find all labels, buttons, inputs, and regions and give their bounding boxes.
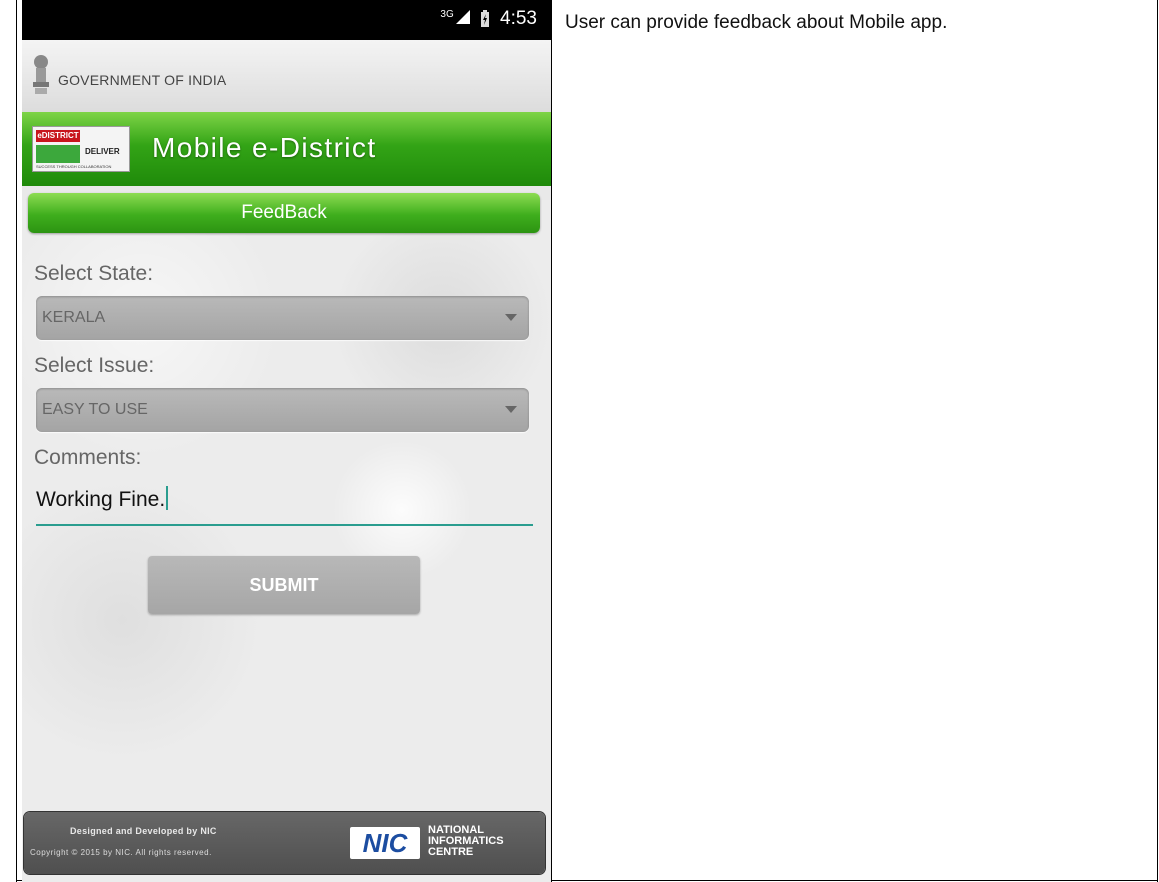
nic-logo-text: NIC: [362, 828, 408, 858]
emblem-icon: [33, 55, 49, 94]
app-header: eDISTRICT DELIVER SUCCESS THROUGH COLLAB…: [22, 112, 551, 186]
government-title: GOVERNMENT OF INDIA: [58, 72, 227, 88]
status-bar: 3G 4:53: [22, 0, 551, 40]
text-cursor: [166, 486, 169, 510]
clock: 4:53: [500, 8, 537, 29]
comments-text: Working Fine.: [36, 486, 169, 512]
government-bar: GOVERNMENT OF INDIA: [22, 40, 551, 112]
status-indicators: 3G 4:53: [440, 8, 537, 30]
issue-label: Select Issue:: [34, 354, 155, 377]
app-title: Mobile e-District: [152, 132, 377, 163]
description-text: User can provide feedback about Mobile a…: [565, 12, 948, 33]
nic-name-line: CENTRE: [428, 846, 474, 858]
network-indicator: 3G: [440, 8, 471, 30]
submit-label: SUBMIT: [249, 575, 319, 595]
submit-button[interactable]: SUBMIT: [148, 556, 420, 614]
comments-input[interactable]: Working Fine.: [36, 478, 533, 526]
issue-value: EASY TO USE: [42, 401, 148, 418]
battery-icon: [481, 10, 490, 27]
logo-brand: eDISTRICT: [36, 130, 80, 142]
comments-value: Working Fine.: [36, 488, 166, 511]
logo-tagline: SUCCESS THROUGH COLLABORATION: [36, 164, 112, 169]
section-title: FeedBack: [241, 202, 327, 223]
dropdown-caret-icon: [505, 314, 517, 321]
nic-logo: NIC: [350, 827, 420, 859]
footer-credit: Designed and Developed by NIC: [70, 826, 217, 836]
feedback-section-bar: FeedBack: [28, 193, 540, 233]
table-divider: [551, 0, 552, 882]
state-label: Select State:: [34, 262, 154, 285]
phone-screen: 3G 4:53 GOVERNMENT OF INDIA eDISTRICT DE…: [22, 0, 551, 882]
state-dropdown[interactable]: KERALA: [36, 296, 529, 340]
logo-deliver: DELIVER: [85, 147, 120, 156]
network-type: 3G: [440, 8, 454, 20]
issue-dropdown[interactable]: EASY TO USE: [36, 388, 529, 432]
signal-icon: [456, 10, 471, 24]
footer-copyright: Copyright © 2015 by NIC. All rights rese…: [30, 848, 212, 857]
logo-graphic: [36, 145, 80, 163]
footer: Designed and Developed by NIC Copyright …: [24, 812, 545, 874]
nic-name: NATIONAL INFORMATICS CENTRE: [428, 825, 504, 858]
edistrict-logo: eDISTRICT DELIVER SUCCESS THROUGH COLLAB…: [32, 126, 130, 172]
dropdown-caret-icon: [505, 406, 517, 413]
state-value: KERALA: [42, 309, 106, 326]
comments-label: Comments:: [34, 446, 142, 469]
